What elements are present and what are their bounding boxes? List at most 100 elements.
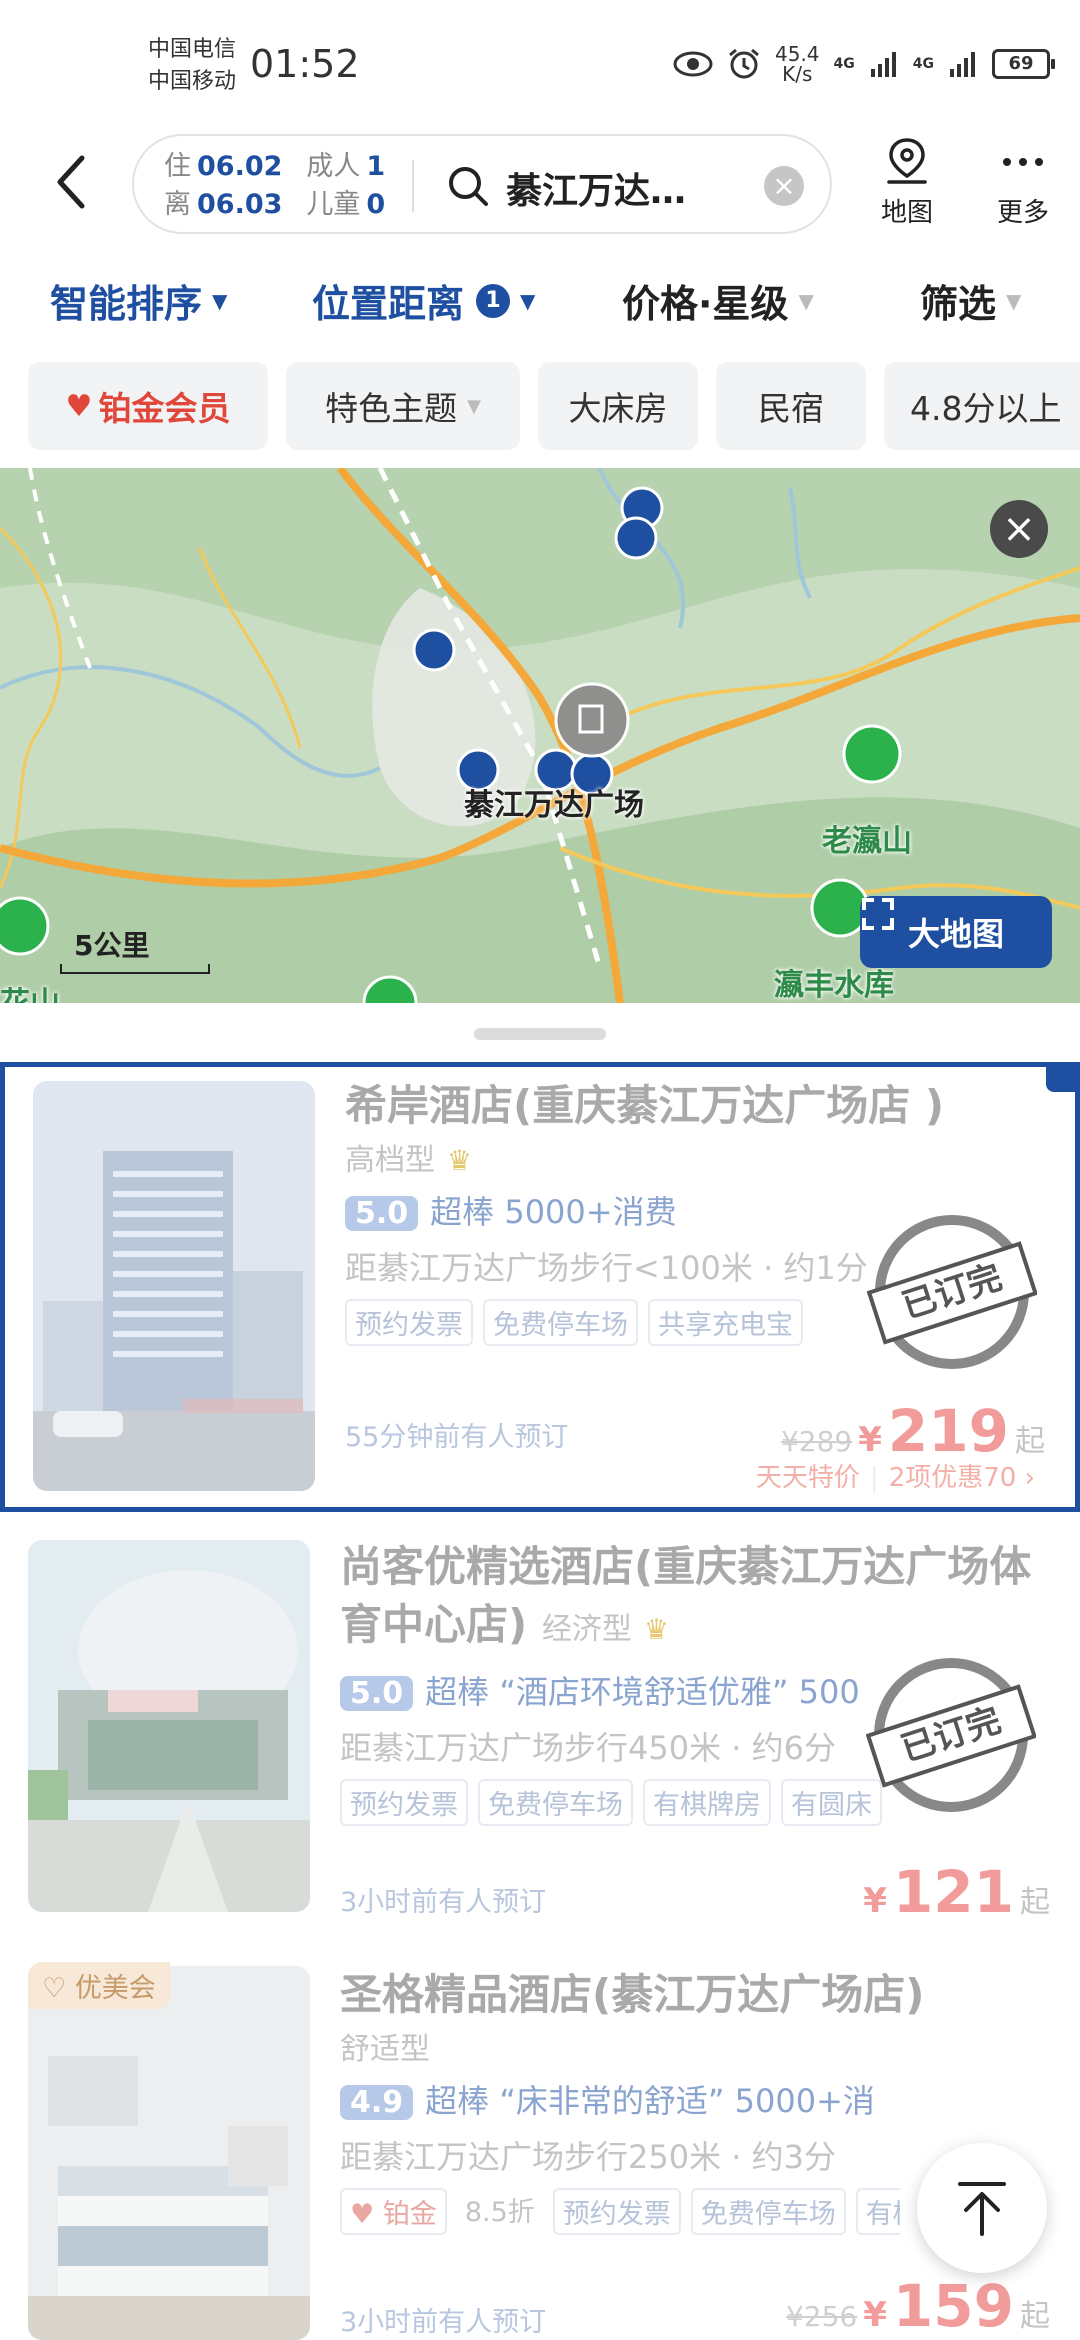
price-suffix: 起 [1020, 1885, 1050, 1920]
hotel-photo[interactable] [28, 1540, 310, 1912]
divider [412, 160, 414, 212]
chip-king-bed[interactable]: 大床房 [538, 362, 698, 450]
arrow-up-icon [958, 2182, 1006, 2236]
sold-out-stamp: 已订完 [867, 1215, 1037, 1369]
current-price: 121 [892, 1858, 1014, 1926]
search-header: 住 06.02 成人 1 离 06.03 儿童 0 綦江万达… × 地图 更多 [0, 130, 1080, 240]
map-button[interactable]: 地图 [862, 136, 952, 229]
amenity-tag: 预约发票 [345, 1299, 473, 1346]
crown-icon: ♛ [447, 1144, 473, 1177]
original-price: ¥289 [780, 1425, 853, 1458]
corner-marker [1046, 1062, 1080, 1092]
amenity-tag: 有棋牌房 [643, 1779, 771, 1826]
checkout-label: 离 [164, 189, 191, 220]
map-label: 地图 [880, 198, 933, 228]
alarm-icon [729, 48, 759, 79]
map-scale: 5公里 [60, 924, 210, 974]
hotel-card[interactable]: ♡ 优美会 圣格精品酒店(綦江万达广场店) 舒适型 4.9 超棒 “床非常的舒适”… [0, 1962, 1080, 2340]
amenity-tag: 免费停车场 [478, 1779, 633, 1826]
sort-filter[interactable]: 筛选 ▼ [920, 273, 1021, 328]
adults-count: 1 [366, 151, 386, 182]
carrier-2: 中国移动 [148, 69, 237, 94]
expand-icon [862, 898, 894, 930]
promo-row[interactable]: 天天特价 | 2项优惠70 › [756, 1457, 1035, 1494]
hotel-building-image [33, 1081, 315, 1491]
distance-text: 距綦江万达广场步行250米 · 约3分 [340, 2138, 836, 2176]
chip-theme[interactable]: 特色主题 ▼ [286, 362, 520, 450]
caret-down-icon: ▼ [467, 395, 481, 417]
current-price: 219 [887, 1397, 1009, 1465]
caret-down-icon: ▼ [212, 288, 228, 313]
more-dots-icon [1003, 158, 1043, 166]
hotel-tier: 高档型 ♛ [345, 1143, 473, 1178]
amenity-tag: 共享充电宝 [648, 1299, 803, 1346]
back-arrow-icon[interactable] [50, 152, 90, 212]
rating-score: 4.9 [340, 2085, 414, 2120]
checkout-date: 06.03 [197, 189, 283, 220]
hotel-tier: 经济型 [541, 1612, 632, 1647]
amenity-tag: 免费停车场 [483, 1299, 638, 1346]
heart-icon: ♥ [350, 2199, 375, 2230]
price-row: ¥ 121 起 [863, 1858, 1050, 1926]
caret-down-icon: ▼ [520, 288, 536, 313]
eye-icon [673, 51, 713, 77]
hotel-photo[interactable] [28, 1966, 310, 2340]
sort-smart[interactable]: 智能排序 ▼ [50, 273, 227, 328]
chip-platinum-member[interactable]: ♥ 铂金会员 [28, 362, 268, 450]
hotel-tier: 舒适型 [340, 2032, 430, 2067]
current-price: 159 [892, 2272, 1014, 2340]
signal-icon [870, 52, 896, 77]
network-speed: 45.4 K/s [775, 42, 820, 86]
amenity-tags: ♥ 铂金 8.5折 预约发票 免费停车场 有棋牌 [340, 2188, 900, 2235]
hotel-card[interactable]: 尚客优精选酒店(重庆綦江万达广场体育中心店) 经济型 ♛ 5.0 超棒 “酒店环境舒… [0, 1530, 1080, 1930]
recent-booking: 3小时前有人预订 [340, 2307, 547, 2338]
chip-rating[interactable]: 4.8分以上 [884, 362, 1080, 450]
signal-icon-2 [950, 52, 975, 77]
children-count: 0 [366, 189, 386, 220]
rating-row: 5.0 超棒 “酒店环境舒适优雅” 500 [340, 1667, 900, 1713]
status-time: 01:52 [250, 42, 360, 86]
map-view[interactable]: × 綦江万达广场 老瀛山 瀛丰水库 花山 5公里 大地图 [0, 468, 1080, 1003]
amenity-tag: 免费停车场 [690, 2188, 846, 2235]
original-price: ¥256 [785, 2300, 858, 2333]
checkin-date: 06.02 [197, 151, 283, 182]
price-row: ¥289 ¥ 219 起 [781, 1397, 1045, 1465]
heart-icon: ♡ [42, 1973, 67, 2004]
currency-symbol: ¥ [863, 2295, 887, 2335]
big-map-button[interactable]: 大地图 [860, 896, 1052, 968]
net-type-2: 4G [912, 56, 934, 72]
children-label: 儿童 [306, 189, 361, 220]
adults-label: 成人 [306, 151, 361, 182]
amenity-tag: 预约发票 [340, 1779, 468, 1826]
carrier-1: 中国电信 [148, 37, 237, 62]
hotel-name[interactable]: 希岸酒店(重庆綦江万达广场店 ) [345, 1077, 1045, 1135]
net-type-1: 4G [833, 56, 855, 72]
chip-homestay[interactable]: 民宿 [716, 362, 866, 450]
carrier-info: 中国电信 中国移动 [148, 34, 236, 98]
map-close-icon[interactable]: × [990, 500, 1048, 558]
back-to-top-button[interactable] [917, 2143, 1047, 2273]
map-label-left: 花山 [0, 978, 60, 1003]
price-suffix: 起 [1020, 2299, 1050, 2334]
hotel-name[interactable]: 圣格精品酒店(綦江万达广场店) [340, 1966, 1050, 2024]
more-button[interactable]: 更多 [978, 136, 1068, 229]
search-keyword[interactable]: 綦江万达… [506, 162, 686, 214]
hotel-name[interactable]: 尚客优精选酒店(重庆綦江万达广场体育中心店) 经济型 ♛ [340, 1538, 1040, 1659]
sort-price-star[interactable]: 价格·星级 ▼ [622, 273, 814, 328]
vip-tag: ♥ 铂金 [340, 2188, 447, 2235]
sort-distance[interactable]: 位置距离 1 ▼ [312, 273, 535, 328]
search-bar[interactable]: 住 06.02 成人 1 离 06.03 儿童 0 綦江万达… × [132, 134, 832, 234]
clear-icon[interactable]: × [764, 166, 804, 206]
hotel-photo[interactable] [33, 1081, 315, 1491]
date-guest-info[interactable]: 住 06.02 成人 1 离 06.03 儿童 0 [164, 148, 385, 224]
currency-symbol: ¥ [863, 1881, 887, 1921]
price-suffix: 起 [1015, 1424, 1045, 1459]
rating-score: 5.0 [345, 1196, 419, 1231]
hotel-card[interactable]: 希岸酒店(重庆綦江万达广场店 ) 高档型 ♛ 5.0 超棒 5000+消费 距綦江万… [0, 1062, 1080, 1512]
more-label: 更多 [996, 198, 1049, 228]
status-bar: 中国电信 中国移动 01:52 45.4 K/s 4G 4G 69 [0, 0, 1080, 130]
caret-down-icon: ▼ [1006, 288, 1022, 313]
hotel-building-image [28, 1540, 310, 1912]
currency-symbol: ¥ [858, 1420, 882, 1460]
drag-handle[interactable] [474, 1028, 606, 1040]
